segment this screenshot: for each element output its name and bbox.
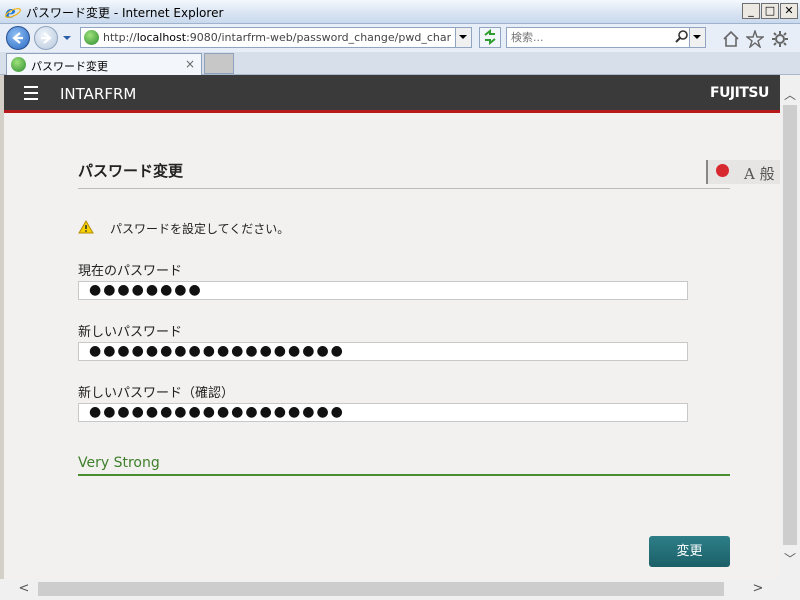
change-password-button[interactable]: 変更: [649, 536, 730, 567]
search-field[interactable]: [506, 27, 706, 48]
address-dropdown-button[interactable]: [455, 28, 471, 47]
arrow-right-icon: [41, 32, 52, 44]
horizontal-scrollbar[interactable]: < >: [0, 579, 780, 600]
close-button[interactable]: ✕: [780, 3, 798, 19]
current-password-label: 現在のパスワード: [78, 264, 183, 279]
input-tools-panel[interactable]: A 般: [706, 160, 780, 184]
search-dropdown-button[interactable]: [689, 28, 705, 47]
svg-text:e: e: [5, 3, 16, 21]
page-viewport: INTARFRM FUJITSU A 般 パスワード変更 パスワードを設定してく…: [4, 75, 780, 579]
search-icon[interactable]: [675, 30, 689, 44]
scroll-down-icon[interactable]: ﹀: [784, 553, 796, 565]
tab-password-change[interactable]: パスワード変更 ×: [6, 53, 202, 75]
forward-button[interactable]: [34, 26, 58, 50]
url-text[interactable]: http://localhost:9080/intarfrm-web/passw…: [103, 31, 451, 44]
back-button[interactable]: [6, 26, 30, 50]
favorites-star-icon[interactable]: [746, 30, 764, 48]
scroll-right-icon[interactable]: >: [752, 582, 764, 596]
password-strength-bar: [78, 474, 730, 476]
home-icon[interactable]: [722, 30, 740, 48]
history-dropdown-icon[interactable]: [62, 34, 72, 42]
page-title: パスワード変更: [78, 162, 184, 180]
scroll-up-icon[interactable]: ︿: [784, 89, 796, 101]
horizontal-scroll-thumb[interactable]: [38, 582, 724, 596]
page-globe-icon: [11, 57, 26, 72]
new-tab-button[interactable]: [204, 53, 234, 74]
refresh-icon: [484, 28, 496, 46]
vertical-scrollbar[interactable]: ︿ ﹀: [780, 75, 800, 579]
tab-label: パスワード変更: [31, 60, 108, 73]
menu-icon[interactable]: [24, 86, 38, 100]
confirm-password-input[interactable]: ●●●●●●●●●●●●●●●●●●: [78, 403, 688, 422]
minimize-button[interactable]: _: [742, 3, 760, 19]
gear-icon[interactable]: [771, 30, 789, 48]
app-header: INTARFRM FUJITSU: [4, 75, 780, 113]
title-divider: [78, 188, 730, 189]
address-field[interactable]: http://localhost:9080/intarfrm-web/passw…: [80, 27, 472, 48]
close-tab-icon[interactable]: ×: [185, 57, 195, 71]
confirm-password-label: 新しいパスワード（確認）: [78, 386, 235, 401]
internet-explorer-icon: e: [5, 3, 21, 21]
input-mode-text: A 般: [744, 165, 775, 183]
warning-icon: [78, 220, 94, 234]
password-strength-text: Very Strong: [78, 455, 160, 471]
vertical-scroll-thumb[interactable]: [783, 105, 797, 545]
new-password-label: 新しいパスワード: [78, 325, 183, 340]
new-password-input[interactable]: ●●●●●●●●●●●●●●●●●●: [78, 342, 688, 361]
pin-icon[interactable]: [716, 164, 729, 177]
maximize-button[interactable]: □: [761, 3, 779, 19]
tab-bar: パスワード変更 ×: [0, 52, 800, 75]
navigation-bar: http://localhost:9080/intarfrm-web/passw…: [0, 24, 800, 52]
arrow-left-icon: [12, 32, 23, 44]
warning-text: パスワードを設定してください。: [110, 222, 290, 236]
chevron-down-icon: [693, 35, 701, 39]
scroll-left-icon[interactable]: <: [18, 582, 30, 596]
search-input[interactable]: [511, 30, 671, 45]
page-globe-icon: [84, 30, 99, 45]
chevron-down-icon: [459, 35, 467, 39]
fujitsu-logo: FUJITSU: [710, 85, 769, 101]
app-name: INTARFRM: [60, 85, 137, 103]
window-title: パスワード変更 - Internet Explorer: [26, 6, 224, 20]
window-titlebar: e パスワード変更 - Internet Explorer _ □ ✕: [0, 0, 800, 24]
scrollbar-corner: [780, 579, 800, 600]
current-password-input[interactable]: ●●●●●●●●: [78, 281, 688, 300]
refresh-button[interactable]: [479, 27, 501, 48]
